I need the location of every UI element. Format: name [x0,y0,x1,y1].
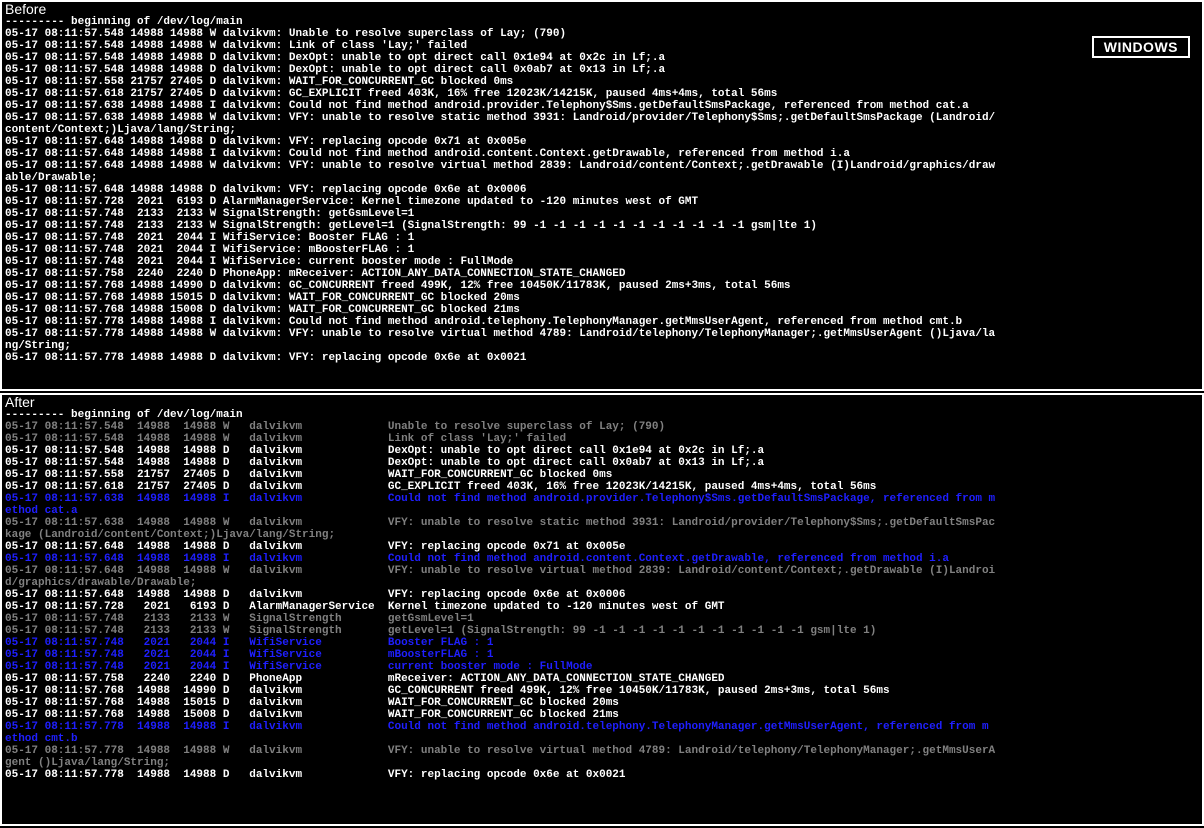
log-line: d/graphics/drawable/Drawable; [5,577,1199,589]
log-line: 05-17 08:11:57.748 2021 2044 I WifiServi… [5,244,1199,256]
log-line: 05-17 08:11:57.778 14988 14988 W dalvikv… [5,328,1199,340]
log-line: --------- beginning of /dev/log/main [5,16,1199,28]
log-line: content/Context;)Ljava/lang/String; [5,124,1199,136]
log-line: 05-17 08:11:57.558 21757 27405 D dalvikv… [5,469,1199,481]
log-line: 05-17 08:11:57.748 2021 2044 I WifiServi… [5,637,1199,649]
log-line: 05-17 08:11:57.638 14988 14988 W dalvikv… [5,517,1199,529]
after-title: After [2,395,1202,409]
log-line: kage (Landroid/content/Context;)Ljava/la… [5,529,1199,541]
log-line: 05-17 08:11:57.768 14988 14990 D dalvikv… [5,280,1199,292]
log-line: 05-17 08:11:57.648 14988 14988 I dalvikv… [5,148,1199,160]
log-line: 05-17 08:11:57.748 2021 2044 I WifiServi… [5,661,1199,673]
log-line: 05-17 08:11:57.548 14988 14988 D dalvikv… [5,52,1199,64]
before-title: Before [2,2,1202,16]
log-line: 05-17 08:11:57.778 14988 14988 W dalvikv… [5,745,1199,757]
log-line: 05-17 08:11:57.748 2133 2133 W SignalStr… [5,208,1199,220]
log-line: 05-17 08:11:57.638 14988 14988 I dalvikv… [5,493,1199,505]
log-line: 05-17 08:11:57.648 14988 14988 W dalvikv… [5,160,1199,172]
log-line: 05-17 08:11:57.748 2021 2044 I WifiServi… [5,649,1199,661]
log-line: 05-17 08:11:57.548 14988 14988 W dalvikv… [5,433,1199,445]
log-line: 05-17 08:11:57.758 2240 2240 D PhoneApp … [5,673,1199,685]
log-line: 05-17 08:11:57.648 14988 14988 D dalvikv… [5,541,1199,553]
log-line: able/Drawable; [5,172,1199,184]
log-line: 05-17 08:11:57.648 14988 14988 I dalvikv… [5,553,1199,565]
log-line: ng/String; [5,340,1199,352]
log-line: 05-17 08:11:57.638 14988 14988 W dalvikv… [5,112,1199,124]
log-line: 05-17 08:11:57.618 21757 27405 D dalvikv… [5,481,1199,493]
log-line: 05-17 08:11:57.648 14988 14988 W dalvikv… [5,565,1199,577]
log-line: 05-17 08:11:57.548 14988 14988 W dalvikv… [5,28,1199,40]
log-line: 05-17 08:11:57.748 2021 2044 I WifiServi… [5,232,1199,244]
log-line: 05-17 08:11:57.768 14988 15015 D dalvikv… [5,292,1199,304]
log-line: 05-17 08:11:57.548 14988 14988 W dalvikv… [5,421,1199,433]
log-line: 05-17 08:11:57.548 14988 14988 D dalvikv… [5,457,1199,469]
before-log: --------- beginning of /dev/log/main05-1… [2,16,1202,364]
log-line: 05-17 08:11:57.768 14988 15015 D dalvikv… [5,697,1199,709]
log-line: 05-17 08:11:57.648 14988 14988 D dalvikv… [5,184,1199,196]
log-line: 05-17 08:11:57.638 14988 14988 I dalvikv… [5,100,1199,112]
before-panel: Before WINDOWS --------- beginning of /d… [0,0,1204,391]
after-log: --------- beginning of /dev/log/main05-1… [2,409,1202,781]
log-line: --------- beginning of /dev/log/main [5,409,1199,421]
log-line: 05-17 08:11:57.748 2133 2133 W SignalStr… [5,613,1199,625]
log-line: ethod cat.a [5,505,1199,517]
log-line: 05-17 08:11:57.548 14988 14988 W dalvikv… [5,40,1199,52]
log-line: 05-17 08:11:57.548 14988 14988 D dalvikv… [5,445,1199,457]
log-line: 05-17 08:11:57.728 2021 6193 D AlarmMana… [5,601,1199,613]
log-line: 05-17 08:11:57.778 14988 14988 I dalvikv… [5,721,1199,733]
log-line: 05-17 08:11:57.778 14988 14988 I dalvikv… [5,316,1199,328]
log-line: 05-17 08:11:57.748 2133 2133 W SignalStr… [5,220,1199,232]
log-line: 05-17 08:11:57.648 14988 14988 D dalvikv… [5,136,1199,148]
after-panel: After --------- beginning of /dev/log/ma… [0,393,1204,826]
log-line: 05-17 08:11:57.648 14988 14988 D dalvikv… [5,589,1199,601]
log-line: 05-17 08:11:57.768 14988 15008 D dalvikv… [5,709,1199,721]
log-line: gent ()Ljava/lang/String; [5,757,1199,769]
log-line: ethod cmt.b [5,733,1199,745]
log-line: 05-17 08:11:57.778 14988 14988 D dalvikv… [5,769,1199,781]
log-line: 05-17 08:11:57.748 2021 2044 I WifiServi… [5,256,1199,268]
log-line: 05-17 08:11:57.728 2021 6193 D AlarmMana… [5,196,1199,208]
log-line: 05-17 08:11:57.768 14988 14990 D dalvikv… [5,685,1199,697]
log-line: 05-17 08:11:57.548 14988 14988 D dalvikv… [5,64,1199,76]
windows-badge: WINDOWS [1092,36,1190,58]
log-line: 05-17 08:11:57.768 14988 15008 D dalvikv… [5,304,1199,316]
log-line: 05-17 08:11:57.748 2133 2133 W SignalStr… [5,625,1199,637]
log-line: 05-17 08:11:57.618 21757 27405 D dalvikv… [5,88,1199,100]
log-line: 05-17 08:11:57.778 14988 14988 D dalvikv… [5,352,1199,364]
log-line: 05-17 08:11:57.558 21757 27405 D dalvikv… [5,76,1199,88]
log-line: 05-17 08:11:57.758 2240 2240 D PhoneApp:… [5,268,1199,280]
